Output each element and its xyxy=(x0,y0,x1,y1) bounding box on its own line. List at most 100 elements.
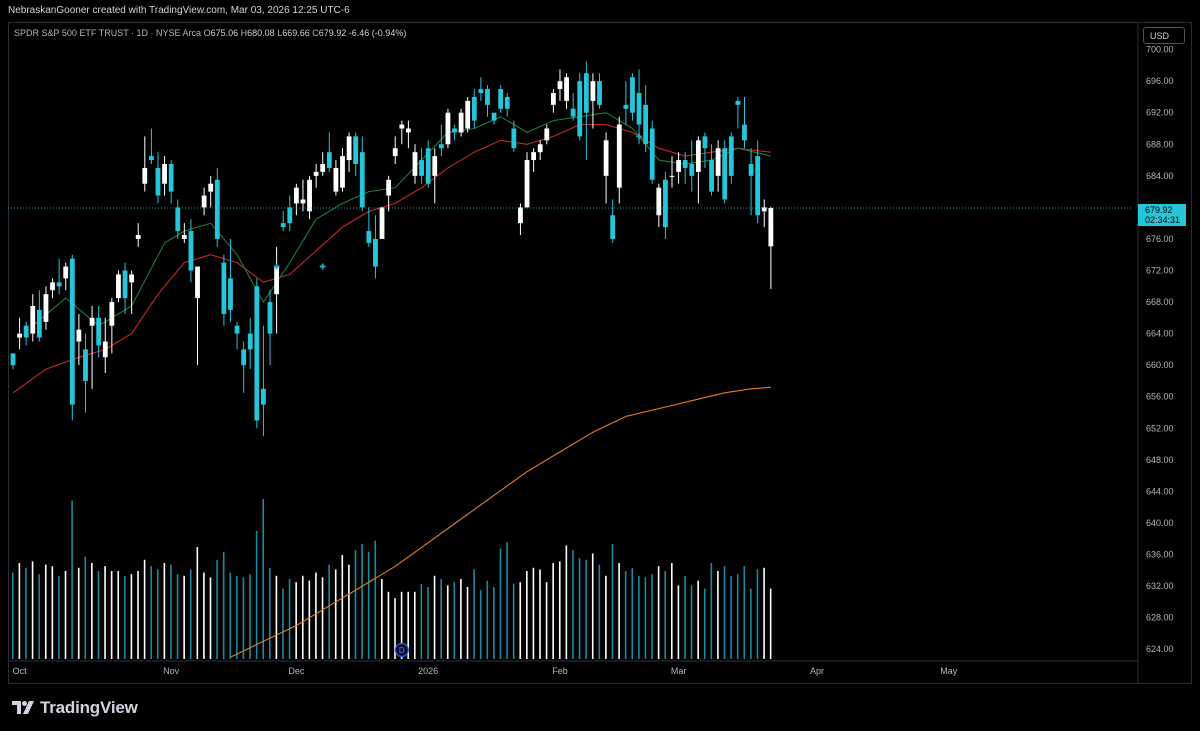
candle-body xyxy=(471,96,477,121)
candle-body xyxy=(564,77,569,101)
candle-body xyxy=(96,317,102,346)
candle-body xyxy=(50,282,55,291)
candle-body xyxy=(267,302,273,334)
volume-bar xyxy=(572,550,574,659)
time-tick-label: Oct xyxy=(13,666,28,676)
volume-bar xyxy=(262,499,265,659)
time-tick-label: Nov xyxy=(163,666,180,676)
volume-bar xyxy=(460,579,462,659)
candle-body xyxy=(326,152,332,168)
candle-body xyxy=(504,96,510,109)
footer xyxy=(0,685,1200,731)
price-tick-label: 660.00 xyxy=(1146,360,1174,370)
candle-body xyxy=(102,341,108,358)
candle-body xyxy=(550,93,556,105)
volume-bar xyxy=(479,590,482,659)
event-marker xyxy=(319,263,326,270)
open-label: O xyxy=(203,28,211,38)
volume-bar xyxy=(684,575,686,659)
candle-body xyxy=(379,207,385,239)
volume-bar xyxy=(189,569,192,659)
candle-body xyxy=(148,156,154,161)
price-tick-label: 652.00 xyxy=(1146,423,1174,433)
volume-bar xyxy=(512,583,515,659)
candle-body xyxy=(340,156,345,188)
price-chart[interactable]: 700.00696.00692.00688.00684.00680.00676.… xyxy=(8,22,1192,684)
price-tick-label: 648.00 xyxy=(1146,455,1174,465)
candle-body xyxy=(432,156,438,176)
candle-body xyxy=(419,160,424,176)
volume-bar xyxy=(156,569,159,659)
candle-body xyxy=(695,140,701,172)
candle-body xyxy=(10,353,16,366)
dividend-marker[interactable]: D xyxy=(394,642,409,658)
volume-bar xyxy=(552,563,554,659)
volume-bar xyxy=(295,582,297,659)
volume-bar xyxy=(697,580,699,659)
candle-body xyxy=(287,207,293,224)
brand-name: TradingView xyxy=(40,698,138,717)
volume-bar xyxy=(328,564,330,659)
candle-body xyxy=(333,167,339,192)
volume-bar xyxy=(453,582,456,659)
volume-bar xyxy=(763,567,765,659)
time-tick-label: 2026 xyxy=(418,666,438,676)
open-value: 675.06 xyxy=(210,28,239,38)
volume-bar xyxy=(341,555,344,659)
candle-body xyxy=(201,195,207,208)
candle-body xyxy=(610,215,616,239)
volume-bar xyxy=(526,571,528,659)
volume-bars xyxy=(12,499,772,659)
volume-bar xyxy=(58,575,60,659)
candle-body xyxy=(162,164,167,184)
price-tick-label: 636.00 xyxy=(1146,550,1174,560)
volume-bar xyxy=(631,567,634,659)
price-tick-label: 644.00 xyxy=(1146,486,1174,496)
volume-bar xyxy=(124,575,126,659)
time-tick-label: May xyxy=(940,666,958,676)
candle-body xyxy=(590,81,596,101)
close-value: 679.92 xyxy=(318,28,347,38)
volume-bar xyxy=(321,577,324,659)
symbol-legend[interactable]: SPDR S&P 500 ETF TRUST · 1D · NYSE Arca … xyxy=(14,28,406,38)
candle-body xyxy=(728,136,734,176)
volume-bar xyxy=(446,585,449,659)
candle-body xyxy=(155,167,161,196)
candle-body xyxy=(583,73,589,113)
candle-body xyxy=(557,81,563,90)
price-tick-label: 672.00 xyxy=(1146,266,1174,276)
volume-bar xyxy=(209,577,212,659)
price-tag-price: 679.92 xyxy=(1145,205,1173,215)
volume-bar xyxy=(578,558,581,659)
volume-bar xyxy=(117,571,120,659)
volume-bar xyxy=(38,574,40,659)
high-value: 680.08 xyxy=(247,28,275,38)
candle-body xyxy=(261,388,266,405)
volume-bar xyxy=(605,575,607,659)
volume-bar xyxy=(203,572,205,659)
candle-body xyxy=(445,112,451,145)
candle-body xyxy=(135,235,141,239)
volume-bar xyxy=(644,577,647,659)
volume-bar xyxy=(413,591,416,659)
volume-bar xyxy=(565,545,568,659)
volume-bar xyxy=(367,551,370,659)
candle-body xyxy=(175,207,181,232)
volume-bar xyxy=(150,566,152,659)
time-axis[interactable]: Oct Nov Dec 2026 Feb Mar Apr May xyxy=(13,666,958,676)
tradingview-brand[interactable]: TradingView xyxy=(12,698,138,718)
candle-body xyxy=(76,329,82,342)
volume-bar xyxy=(381,579,383,659)
candle-body xyxy=(649,128,655,180)
dividend-marker-label: D xyxy=(399,646,405,655)
candle-body xyxy=(682,160,688,168)
volume-bar xyxy=(137,571,139,659)
candle-body xyxy=(597,81,602,105)
time-tick-label: Feb xyxy=(552,666,568,676)
currency-button[interactable]: USD xyxy=(1143,27,1185,44)
price-axis[interactable]: 700.00696.00692.00688.00684.00680.00676.… xyxy=(1146,45,1174,655)
volume-bar xyxy=(730,575,732,659)
price-tick-label: 624.00 xyxy=(1146,644,1174,654)
candle-body xyxy=(577,81,583,137)
volume-bar xyxy=(486,580,489,659)
